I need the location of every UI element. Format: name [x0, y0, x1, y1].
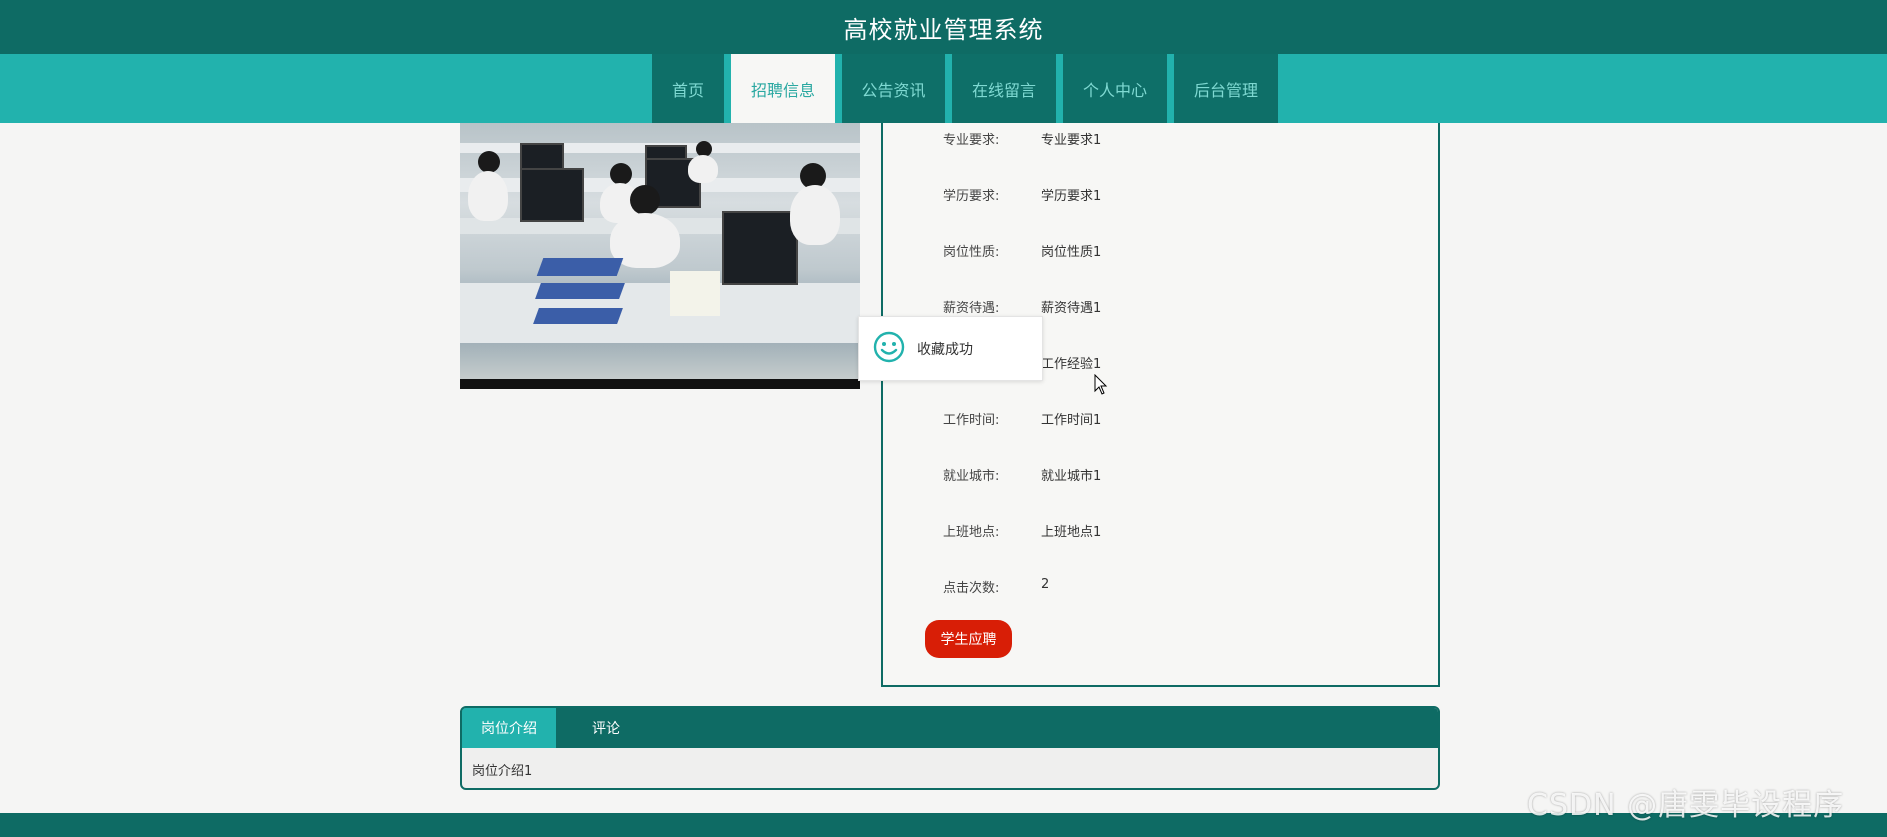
watermark: CSDN @唐雯毕设程序	[1527, 788, 1845, 823]
main-nav: 首页 招聘信息 公告资讯 在线留言 个人中心 后台管理	[0, 54, 1887, 123]
site-title: 高校就业管理系统	[843, 15, 1044, 44]
field-click-count: 点击次数: 2	[943, 577, 1050, 596]
student-apply-button[interactable]: 学生应聘	[925, 620, 1012, 658]
main-nav-bar: 首页 招聘信息 公告资讯 在线留言 个人中心 后台管理	[0, 54, 1887, 123]
job-tabs-panel: 岗位介绍 评论 岗位介绍1	[460, 706, 1440, 790]
toast-message: 收藏成功	[917, 341, 973, 358]
job-photo	[460, 123, 860, 389]
favorite-success-toast: 收藏成功	[858, 316, 1043, 381]
field-work-hours: 工作时间: 工作时间1	[943, 413, 1102, 428]
tab-job-intro[interactable]: 岗位介绍	[462, 708, 556, 748]
nav-item-messages[interactable]: 在线留言	[952, 54, 1056, 123]
nav-item-jobs[interactable]: 招聘信息	[731, 54, 835, 123]
field-education: 学历要求: 学历要求1	[943, 189, 1102, 204]
site-header: 高校就业管理系统	[0, 0, 1887, 54]
nav-item-admin[interactable]: 后台管理	[1174, 54, 1278, 123]
smile-icon	[873, 331, 905, 367]
job-detail-panel: 专业要求: 专业要求1 学历要求: 学历要求1 岗位性质: 岗位性质1 薪资待遇…	[881, 123, 1440, 687]
nav-item-profile[interactable]: 个人中心	[1063, 54, 1167, 123]
field-location: 上班地点: 上班地点1	[943, 525, 1102, 540]
nav-item-news[interactable]: 公告资讯	[842, 54, 945, 123]
tab-content: 岗位介绍1	[472, 764, 533, 779]
field-city: 就业城市: 就业城市1	[943, 469, 1102, 484]
field-major: 专业要求: 专业要求1	[943, 133, 1102, 148]
field-job-type: 岗位性质: 岗位性质1	[943, 245, 1102, 260]
mouse-cursor-icon	[1094, 374, 1108, 395]
field-salary: 薪资待遇: 薪资待遇1	[943, 301, 1102, 316]
tabs-header: 岗位介绍 评论	[462, 708, 1438, 748]
nav-item-home[interactable]: 首页	[652, 54, 724, 123]
tab-comments[interactable]: 评论	[556, 708, 656, 748]
